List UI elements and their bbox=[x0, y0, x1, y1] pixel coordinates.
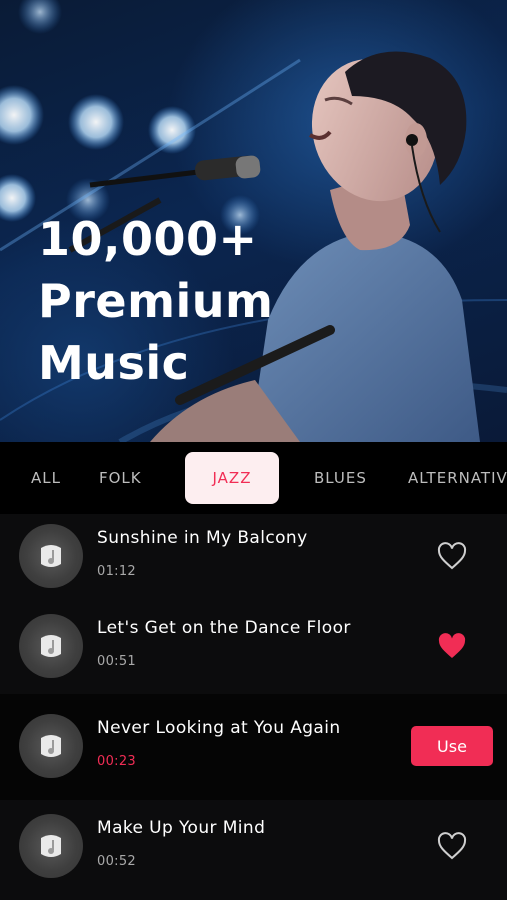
heart-outline-icon[interactable] bbox=[436, 831, 468, 861]
app-screen: 10,000+ Premium Music ALL FOLK JAZZ BLUE… bbox=[0, 0, 507, 900]
song-title: Sunshine in My Balcony bbox=[97, 528, 308, 548]
hero-title: 10,000+ Premium Music bbox=[38, 208, 273, 394]
genre-tabs: ALL FOLK JAZZ BLUES ALTERNATIVE bbox=[0, 442, 507, 514]
song-duration: 01:12 bbox=[97, 564, 136, 579]
song-artwork bbox=[19, 714, 83, 778]
song-row[interactable]: Make Up Your Mind 00:52 bbox=[0, 800, 507, 900]
music-note-icon bbox=[41, 635, 61, 657]
hero-title-line-3: Music bbox=[38, 336, 190, 390]
song-duration: 00:51 bbox=[97, 654, 136, 669]
song-duration: 00:23 bbox=[97, 754, 136, 769]
song-row-selected[interactable]: Never Looking at You Again 00:23 Use bbox=[0, 694, 507, 800]
song-title: Never Looking at You Again bbox=[97, 718, 341, 738]
tab-all[interactable]: ALL bbox=[31, 442, 61, 514]
hero-banner: 10,000+ Premium Music bbox=[0, 0, 507, 442]
use-button[interactable]: Use bbox=[411, 726, 493, 766]
song-artwork bbox=[19, 524, 83, 588]
song-row[interactable]: Let's Get on the Dance Floor 00:51 bbox=[0, 604, 507, 694]
tab-blues[interactable]: BLUES bbox=[314, 442, 367, 514]
music-note-icon bbox=[41, 545, 61, 567]
heart-outline-icon[interactable] bbox=[436, 541, 468, 571]
hero-title-line-1: 10,000+ bbox=[38, 212, 258, 266]
song-title: Make Up Your Mind bbox=[97, 818, 266, 838]
song-artwork bbox=[19, 614, 83, 678]
heart-filled-icon[interactable] bbox=[436, 631, 468, 661]
song-title: Let's Get on the Dance Floor bbox=[97, 618, 351, 638]
music-note-icon bbox=[41, 735, 61, 757]
tab-folk[interactable]: FOLK bbox=[99, 442, 142, 514]
music-note-icon bbox=[41, 835, 61, 857]
tab-jazz[interactable]: JAZZ bbox=[185, 452, 279, 504]
song-row[interactable]: Sunshine in My Balcony 01:12 bbox=[0, 514, 507, 604]
song-list: Sunshine in My Balcony 01:12 Let's Get o… bbox=[0, 514, 507, 900]
tab-alternative[interactable]: ALTERNATIVE bbox=[408, 442, 507, 514]
hero-title-line-2: Premium bbox=[38, 274, 274, 328]
song-duration: 00:52 bbox=[97, 854, 136, 869]
song-artwork bbox=[19, 814, 83, 878]
